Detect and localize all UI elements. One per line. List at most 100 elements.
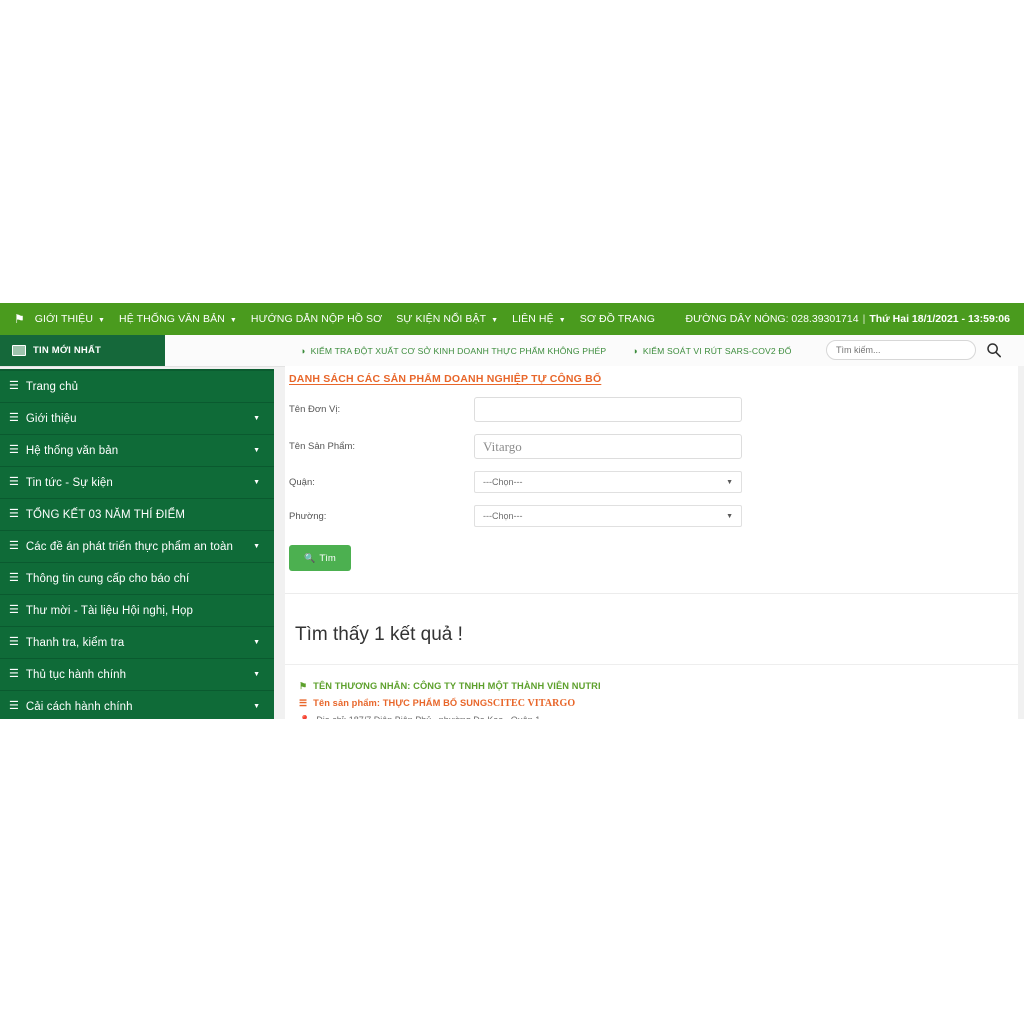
chevron-down-icon: ▼ xyxy=(253,703,264,710)
separator: | xyxy=(863,313,866,325)
sidebar-item-thanh-tra-kiem-tra[interactable]: ☰ Thanh tra, kiểm tra ▼ xyxy=(0,627,274,659)
half-circle-icon: ◑ xyxy=(632,346,638,356)
sidebar-item-thu-moi-tai-lieu[interactable]: ☰ Thư mời - Tài liệu Hội nghị, Họp xyxy=(0,595,274,627)
ward-selected-value: ---Chọn--- xyxy=(483,511,523,521)
nav-item-lien-he[interactable]: LIÊN HỆ ▼ xyxy=(512,313,566,325)
list-icon: ☰ xyxy=(9,541,19,552)
nav-label: HỆ THỐNG VĂN BẢN xyxy=(119,313,225,325)
sidebar-item-label: Các đề án phát triển thực phẩm an toàn xyxy=(26,541,253,553)
form-row-product: Tên Sản Phẩm: xyxy=(285,434,1018,459)
result-product-line[interactable]: ☰ Tên sản phẩm: THỰC PHẨM BỔ SUNG SCITEC… xyxy=(299,698,1018,709)
list-icon: ☰ xyxy=(9,381,19,392)
ward-label: Phường: xyxy=(289,511,474,522)
result-address-line: 📍 Địa chỉ: 187/7 Điện Biên Phủ , phường … xyxy=(299,715,1018,719)
sidebar-item-label: TỔNG KẾT 03 NĂM THÍ ĐIỂM xyxy=(26,509,264,521)
search-input[interactable] xyxy=(826,340,976,360)
form-row-district: Quận: ---Chọn--- ▼ xyxy=(285,471,1018,493)
result-product-prefix: Tên sản phẩm: THỰC PHẨM BỔ SUNG xyxy=(313,698,487,708)
sidebar-item-label: Thanh tra, kiểm tra xyxy=(26,637,253,649)
form-row-unit: Tên Đơn Vị: xyxy=(285,397,1018,422)
product-label: Tên Sản Phẩm: xyxy=(289,441,474,452)
home-icon[interactable]: ⚑ xyxy=(14,313,25,325)
sidebar-item-tin-tuc-su-kien[interactable]: ☰ Tin tức - Sự kiện ▼ xyxy=(0,467,274,499)
ticker-text: KIỂM SOÁT VI RÚT SARS-COV2 ĐỐ xyxy=(643,346,792,356)
chevron-down-icon: ▼ xyxy=(253,415,264,422)
sidebar-item-label: Cải cách hành chính xyxy=(26,701,253,713)
result-address-text: Địa chỉ: 187/7 Điện Biên Phủ , phường Đa… xyxy=(316,715,540,719)
nav-item-gioi-thieu[interactable]: GIỚI THIỆU ▼ xyxy=(35,313,105,325)
list-icon: ☰ xyxy=(299,698,307,709)
newspaper-icon xyxy=(12,345,26,356)
ward-select[interactable]: ---Chọn--- ▼ xyxy=(474,505,742,527)
list-icon: ☰ xyxy=(9,669,19,680)
nav-item-so-do-trang[interactable]: SƠ ĐỒ TRANG xyxy=(580,313,655,325)
nav-item-su-kien-noi-bat[interactable]: SỰ KIỆN NỔI BẬT ▼ xyxy=(396,313,498,325)
ticker-text: KIỂM TRA ĐỘT XUẤT CƠ SỞ KINH DOANH THỰC … xyxy=(311,346,607,356)
webpage-viewport: ⚑ GIỚI THIỆU ▼ HỆ THỐNG VĂN BẢN ▼ HƯỚNG … xyxy=(0,303,1024,719)
page-title: DANH SÁCH CÁC SẢN PHẨM DOANH NGHIỆP TỰ C… xyxy=(285,366,1018,385)
chevron-down-icon: ▼ xyxy=(559,317,566,324)
district-label: Quận: xyxy=(289,477,474,488)
product-name-input[interactable] xyxy=(474,434,742,459)
sidebar-item-label: Hệ thống văn bản xyxy=(26,445,253,457)
chevron-down-icon: ▼ xyxy=(98,317,105,324)
sidebar-item-tong-ket-03-nam[interactable]: ☰ TỔNG KẾT 03 NĂM THÍ ĐIỂM xyxy=(0,499,274,531)
results-panel: Tìm thấy 1 kết quả ! ⚑ TÊN THƯƠNG NHÂN: … xyxy=(285,602,1018,719)
home-icon: ⚑ xyxy=(299,681,307,692)
nav-label: GIỚI THIỆU xyxy=(35,313,93,325)
unit-label: Tên Đơn Vị: xyxy=(289,404,474,415)
chevron-down-icon: ▼ xyxy=(253,671,264,678)
list-icon: ☰ xyxy=(9,445,19,456)
result-merchant-line[interactable]: ⚑ TÊN THƯƠNG NHÂN: CÔNG TY TNHH MỘT THÀN… xyxy=(299,681,1018,692)
district-select[interactable]: ---Chọn--- ▼ xyxy=(474,471,742,493)
chevron-down-icon: ▼ xyxy=(491,317,498,324)
sidebar-item-label: Giới thiệu xyxy=(26,413,253,425)
map-pin-icon: 📍 xyxy=(299,715,310,719)
search-icon[interactable] xyxy=(986,342,1002,358)
chevron-down-icon: ▼ xyxy=(230,317,237,324)
sidebar-item-label: Tin tức - Sự kiện xyxy=(26,477,253,489)
list-icon: ☰ xyxy=(9,573,19,584)
nav-item-huong-dan-nop-ho-so[interactable]: HƯỚNG DẪN NỘP HỒ SƠ xyxy=(251,313,382,325)
sidebar-item-label: Trang chủ xyxy=(26,381,264,393)
ticker-item-2[interactable]: ◑ KIỂM SOÁT VI RÚT SARS-COV2 ĐỐ xyxy=(632,346,791,356)
result-item: ⚑ TÊN THƯƠNG NHÂN: CÔNG TY TNHH MỘT THÀN… xyxy=(285,665,1018,719)
search-submit-button[interactable]: 🔍 Tìm xyxy=(289,545,351,571)
nav-label: SỰ KIỆN NỔI BẬT xyxy=(396,313,486,325)
results-count-title: Tìm thấy 1 kết quả ! xyxy=(285,602,1018,665)
list-icon: ☰ xyxy=(9,477,19,488)
sidebar-item-label: Thư mời - Tài liệu Hội nghị, Họp xyxy=(26,605,264,617)
chevron-down-icon: ▼ xyxy=(253,479,264,486)
ticker-list: ◑ KIỂM TRA ĐỘT XUẤT CƠ SỞ KINH DOANH THỰ… xyxy=(300,335,800,366)
nav-item-he-thong-van-ban[interactable]: HỆ THỐNG VĂN BẢN ▼ xyxy=(119,313,237,325)
list-icon: ☰ xyxy=(9,509,19,520)
sidebar-item-label: Thủ tục hành chính xyxy=(26,669,253,681)
top-navigation-bar: ⚑ GIỚI THIỆU ▼ HỆ THỐNG VĂN BẢN ▼ HƯỚNG … xyxy=(0,303,1024,335)
current-datetime: Thứ Hai 18/1/2021 - 13:59:06 xyxy=(869,313,1010,325)
tab-label: TIN MỚI NHẤT xyxy=(33,345,101,356)
nav-label: HƯỚNG DẪN NỘP HỒ SƠ xyxy=(251,313,382,325)
left-sidebar-menu: ☰ Trang chủ ☰ Giới thiệu ▼ ☰ Hệ thống vă… xyxy=(0,369,274,719)
search-panel: DANH SÁCH CÁC SẢN PHẨM DOANH NGHIỆP TỰ C… xyxy=(285,366,1018,594)
chevron-down-icon: ▼ xyxy=(253,447,264,454)
sidebar-item-thu-tuc-hanh-chinh[interactable]: ☰ Thủ tục hành chính ▼ xyxy=(0,659,274,691)
sidebar-item-gioi-thieu[interactable]: ☰ Giới thiệu ▼ xyxy=(0,403,274,435)
page-right-gutter xyxy=(1018,366,1024,719)
ticker-item-1[interactable]: ◑ KIỂM TRA ĐỘT XUẤT CƠ SỞ KINH DOANH THỰ… xyxy=(300,346,606,356)
search-button-label: Tìm xyxy=(319,553,335,564)
sidebar-item-cai-cach-hanh-chinh[interactable]: ☰ Cải cách hành chính ▼ xyxy=(0,691,274,719)
chevron-down-icon: ▼ xyxy=(253,543,264,550)
sidebar-item-cac-de-an[interactable]: ☰ Các đề án phát triển thực phẩm an toàn… xyxy=(0,531,274,563)
tab-tin-moi-nhat[interactable]: TIN MỚI NHẤT xyxy=(0,335,165,366)
sidebar-item-he-thong-van-ban[interactable]: ☰ Hệ thống văn bản ▼ xyxy=(0,435,274,467)
hotline-number: ĐƯỜNG DÂY NÓNG: 028.39301714 xyxy=(686,313,859,325)
main-content: DANH SÁCH CÁC SẢN PHẨM DOANH NGHIỆP TỰ C… xyxy=(285,366,1018,719)
half-circle-icon: ◑ xyxy=(300,346,306,356)
chevron-down-icon: ▼ xyxy=(253,639,264,646)
sidebar-item-trang-chu[interactable]: ☰ Trang chủ xyxy=(0,371,274,403)
unit-name-input[interactable] xyxy=(474,397,742,422)
sidebar-item-thong-tin-bao-chi[interactable]: ☰ Thông tin cung cấp cho báo chí xyxy=(0,563,274,595)
search-icon: 🔍 xyxy=(304,553,315,564)
nav-label: LIÊN HỆ xyxy=(512,313,554,325)
list-icon: ☰ xyxy=(9,701,19,712)
